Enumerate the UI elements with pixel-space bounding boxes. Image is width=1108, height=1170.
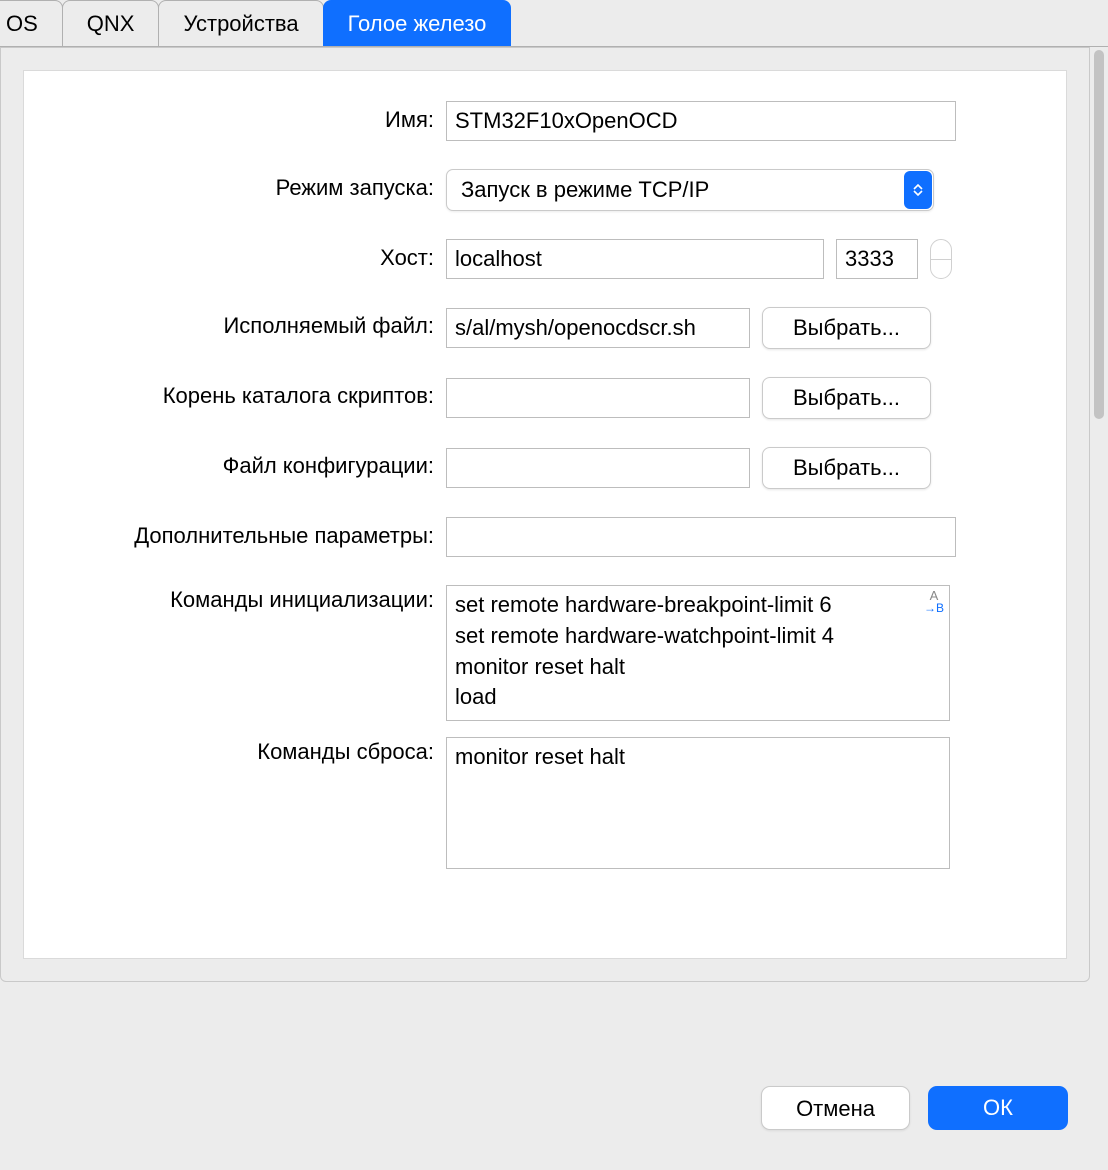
label-launch-mode: Режим запуска: [44, 169, 434, 201]
port-stepper[interactable] [930, 239, 952, 279]
dialog-footer: Отмена ОК [761, 1086, 1068, 1130]
scrollbar-thumb[interactable] [1094, 50, 1104, 419]
form-panel: Имя: Режим запуска: Запуск в режиме TCP/… [23, 70, 1067, 959]
tab-baremetal[interactable]: Голое железо [323, 0, 512, 46]
port-input[interactable] [836, 239, 918, 279]
host-input[interactable] [446, 239, 824, 279]
content-panel: Имя: Режим запуска: Запуск в режиме TCP/… [0, 47, 1090, 982]
ok-button[interactable]: ОК [928, 1086, 1068, 1130]
executable-input[interactable] [446, 308, 750, 348]
cancel-button[interactable]: Отмена [761, 1086, 910, 1130]
ime-indicator-icon: A →B [924, 589, 944, 614]
tab-bar: OS QNX Устройства Голое железо [0, 0, 1108, 47]
browse-executable-button[interactable]: Выбрать... [762, 307, 931, 349]
init-cmds-textarea[interactable] [446, 585, 950, 721]
label-extra-params: Дополнительные параметры: [44, 517, 434, 549]
vertical-scrollbar[interactable] [1092, 50, 1106, 1020]
label-reset-cmds: Команды сброса: [44, 737, 434, 765]
label-init-cmds: Команды инициализации: [44, 585, 434, 613]
stepper-up-icon[interactable] [931, 240, 951, 260]
tab-devices[interactable]: Устройства [158, 0, 323, 46]
select-arrows-icon [904, 171, 932, 209]
label-host: Хост: [44, 239, 434, 271]
tab-qnx[interactable]: QNX [62, 0, 160, 46]
config-file-input[interactable] [446, 448, 750, 488]
label-executable: Исполняемый файл: [44, 307, 434, 339]
tab-os[interactable]: OS [0, 0, 63, 46]
launch-mode-select[interactable]: Запуск в режиме TCP/IP [446, 169, 934, 211]
label-name: Имя: [44, 101, 434, 133]
label-config-file: Файл конфигурации: [44, 447, 434, 479]
name-input[interactable] [446, 101, 956, 141]
launch-mode-value: Запуск в режиме TCP/IP [461, 177, 709, 203]
extra-params-input[interactable] [446, 517, 956, 557]
browse-script-root-button[interactable]: Выбрать... [762, 377, 931, 419]
stepper-down-icon[interactable] [931, 260, 951, 279]
label-script-root: Корень каталога скриптов: [44, 377, 434, 409]
script-root-input[interactable] [446, 378, 750, 418]
browse-config-file-button[interactable]: Выбрать... [762, 447, 931, 489]
reset-cmds-textarea[interactable] [446, 737, 950, 869]
